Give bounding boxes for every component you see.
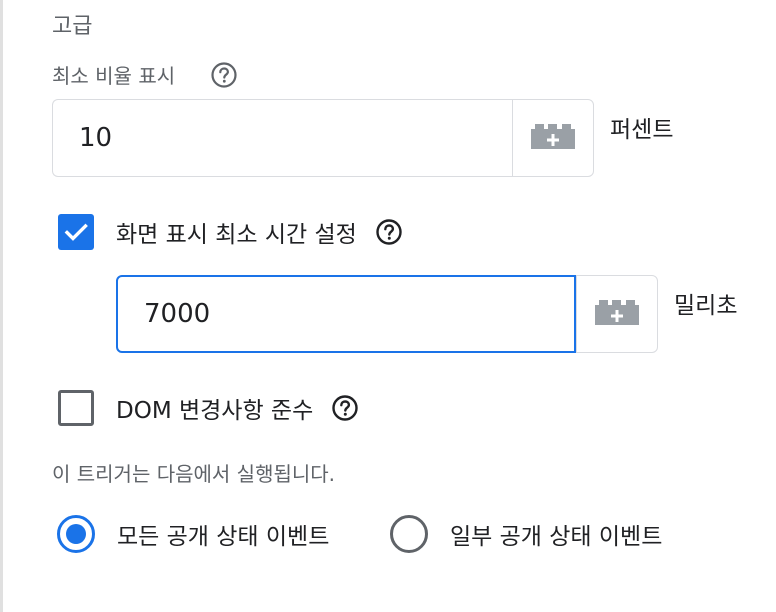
radio-some-visibility-events[interactable]: 일부 공개 상태 이벤트 [390, 515, 662, 553]
fire-on-hint: 이 트리거는 다음에서 실행됩니다. [52, 462, 336, 486]
min-time-checkbox-label[interactable]: 화면 표시 최소 시간 설정 [116, 215, 357, 249]
min-time-input[interactable]: 7000 [116, 275, 576, 353]
variable-brick-plus-icon [593, 298, 641, 330]
insert-variable-button[interactable] [576, 275, 658, 353]
radio-label[interactable]: 일부 공개 상태 이벤트 [450, 517, 662, 551]
radio-button-unselected[interactable] [390, 515, 428, 553]
min-ratio-input-group: 10 [52, 99, 594, 177]
help-circle-icon[interactable] [375, 218, 403, 246]
dom-changes-checkbox-label[interactable]: DOM 변경사항 준수 [116, 391, 313, 425]
dom-changes-checkbox-row: DOM 변경사항 준수 [58, 390, 359, 426]
min-ratio-label: 최소 비율 표시 [52, 64, 176, 88]
panel-left-border [0, 0, 3, 612]
dom-changes-checkbox[interactable] [58, 390, 94, 426]
variable-brick-plus-icon [529, 122, 577, 154]
checkmark-icon [64, 223, 88, 241]
insert-variable-button[interactable] [512, 99, 594, 177]
min-time-checkbox[interactable] [58, 214, 94, 250]
min-ratio-input[interactable]: 10 [52, 99, 512, 177]
min-ratio-unit: 퍼센트 [610, 117, 674, 143]
help-circle-icon[interactable] [210, 61, 238, 89]
section-title: 고급 [52, 14, 93, 39]
radio-dot [66, 524, 86, 544]
min-time-unit: 밀리초 [674, 293, 738, 319]
radio-all-visibility-events[interactable]: 모든 공개 상태 이벤트 [57, 515, 329, 553]
min-time-input-group: 7000 [116, 275, 658, 353]
help-circle-icon[interactable] [331, 394, 359, 422]
radio-label[interactable]: 모든 공개 상태 이벤트 [117, 517, 329, 551]
radio-button-selected[interactable] [57, 515, 95, 553]
min-time-checkbox-row: 화면 표시 최소 시간 설정 [58, 214, 403, 250]
